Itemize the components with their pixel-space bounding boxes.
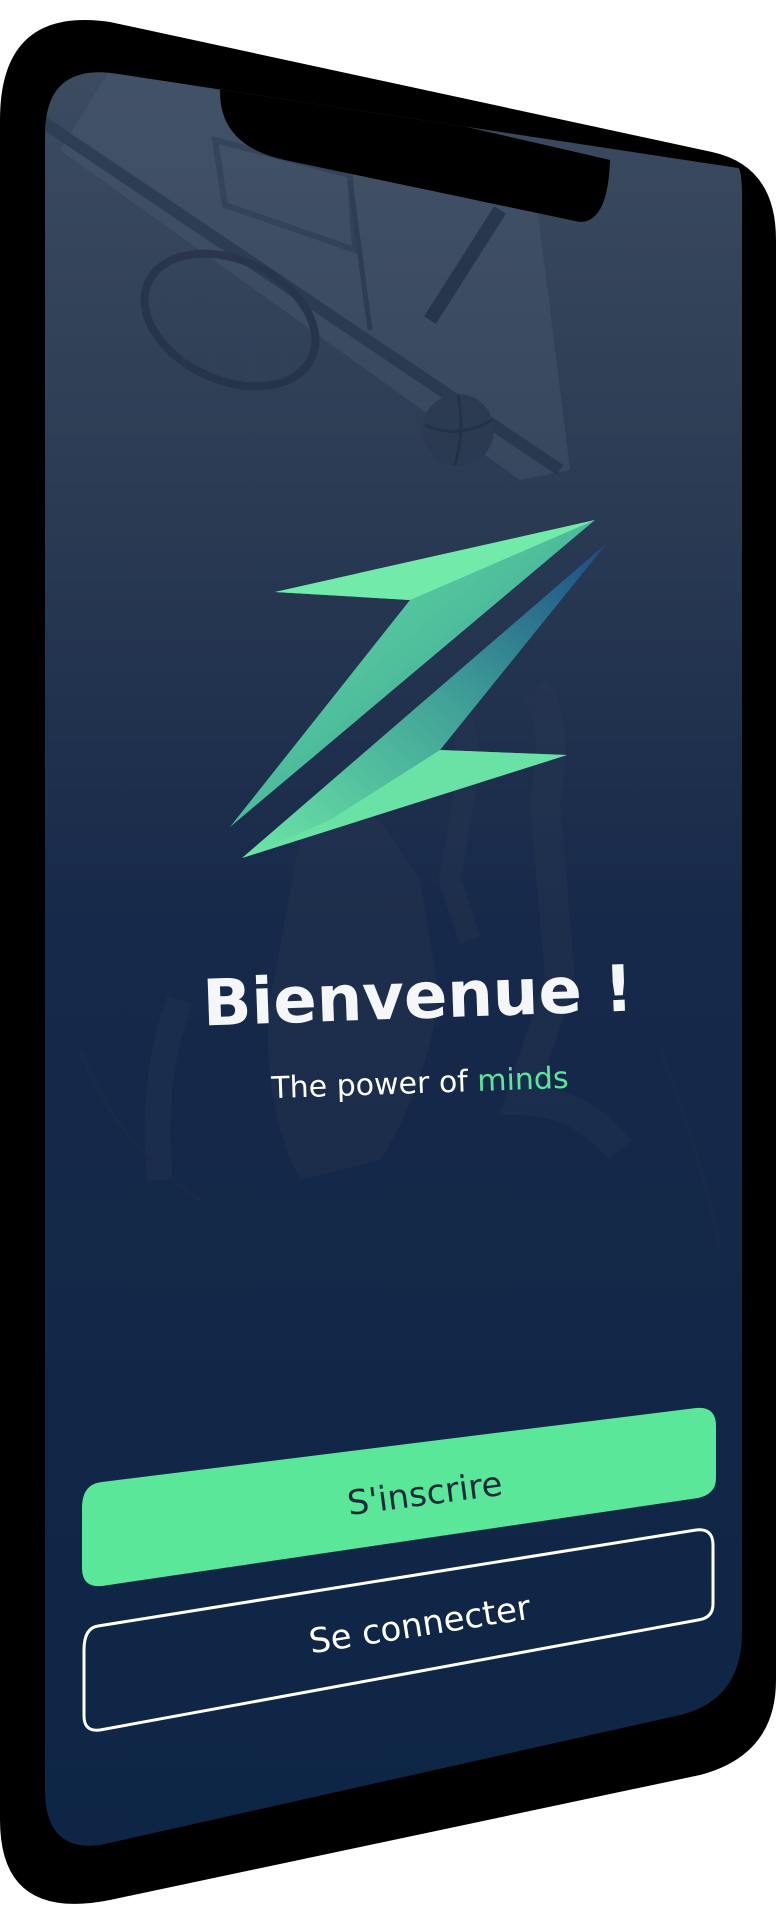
tagline-prefix: The power of [270, 1064, 478, 1106]
mockup-stage: Bienvenue ! The power of minds S'inscrir… [0, 0, 776, 1920]
welcome-title: Bienvenue ! [201, 953, 634, 1042]
phone-mockup: Bienvenue ! The power of minds S'inscrir… [0, 20, 776, 1904]
tagline-highlight: minds [477, 1061, 569, 1099]
